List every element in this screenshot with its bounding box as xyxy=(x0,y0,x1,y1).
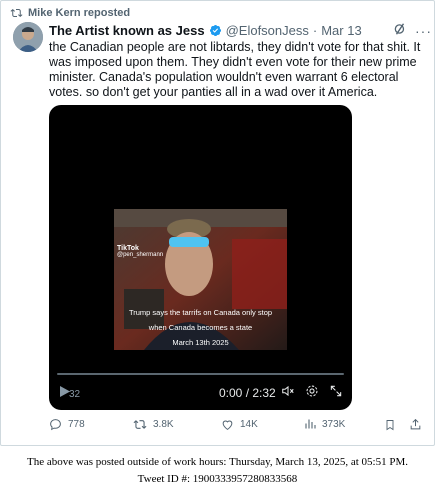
tweet-header: The Artist known as Jess @ElofsonJess · … xyxy=(49,23,362,38)
repost-action-icon xyxy=(133,420,147,429)
footer-line-2: Tweet ID #: 1900333957280833568 xyxy=(137,473,298,485)
caption-line-1: Trump says the tarrifs on Canada only st… xyxy=(128,308,273,317)
progress-bar[interactable] xyxy=(57,373,344,375)
repost-header[interactable]: Mike Kern reposted xyxy=(10,7,131,19)
reply-count: 778 xyxy=(68,419,85,430)
tiktok-watermark: TikTok @pen_shermann xyxy=(117,245,163,259)
share-icon[interactable] xyxy=(409,418,422,431)
mute-icon[interactable] xyxy=(281,384,295,403)
verified-badge-icon xyxy=(209,24,221,37)
author-handle[interactable]: @ElofsonJess xyxy=(226,23,309,38)
views-count: 373K xyxy=(322,418,346,430)
views-button[interactable]: 373K xyxy=(304,418,345,430)
watermark-brand: TikTok xyxy=(117,245,139,252)
settings-icon[interactable] xyxy=(305,384,319,403)
footer-line-1: The above was posted outside of work hou… xyxy=(27,456,408,468)
video-player[interactable]: TikTok @pen_shermann Trump says the tarr… xyxy=(49,105,352,410)
repost-button[interactable]: 3.8K xyxy=(133,418,174,431)
header-separator: · xyxy=(312,23,318,38)
current-time-label: 32 xyxy=(69,389,81,400)
tweet-text: the Canadian people are not libtards, th… xyxy=(49,40,421,99)
video-caption: Trump says the tarrifs on Canada only st… xyxy=(114,305,287,350)
post-footer-note: The above was posted outside of work hou… xyxy=(0,454,435,488)
more-options-icon[interactable]: ··· xyxy=(415,23,432,39)
tweet-card[interactable]: Mike Kern reposted The Artist known as J… xyxy=(0,0,435,446)
action-bar: 778 3.8K 14K 373K xyxy=(49,418,429,434)
caption-line-2: when Canada becomes a state xyxy=(148,323,253,332)
reply-button[interactable]: 778 xyxy=(49,418,85,431)
reply-icon xyxy=(50,419,61,431)
caption-line-3: March 13th 2025 xyxy=(172,338,229,347)
views-chart-icon xyxy=(305,419,316,429)
repost-label: Mike Kern reposted xyxy=(28,7,131,19)
bookmark-icon[interactable] xyxy=(384,418,396,432)
like-button[interactable]: 14K xyxy=(221,418,258,431)
video-controls: 32 0:00 / 2:32 xyxy=(49,365,352,410)
like-count: 14K xyxy=(240,419,258,430)
time-display: 0:00 / 2:32 xyxy=(219,386,276,400)
author-avatar[interactable] xyxy=(13,22,43,52)
fullscreen-icon[interactable] xyxy=(329,384,343,403)
heart-icon xyxy=(222,420,233,430)
repost-count: 3.8K xyxy=(153,419,174,430)
post-date[interactable]: Mar 13 xyxy=(321,23,361,38)
repost-icon xyxy=(10,7,23,22)
watermark-handle: @pen_shermann xyxy=(117,252,164,258)
grok-icon[interactable] xyxy=(393,22,407,41)
author-name[interactable]: The Artist known as Jess xyxy=(49,23,205,38)
